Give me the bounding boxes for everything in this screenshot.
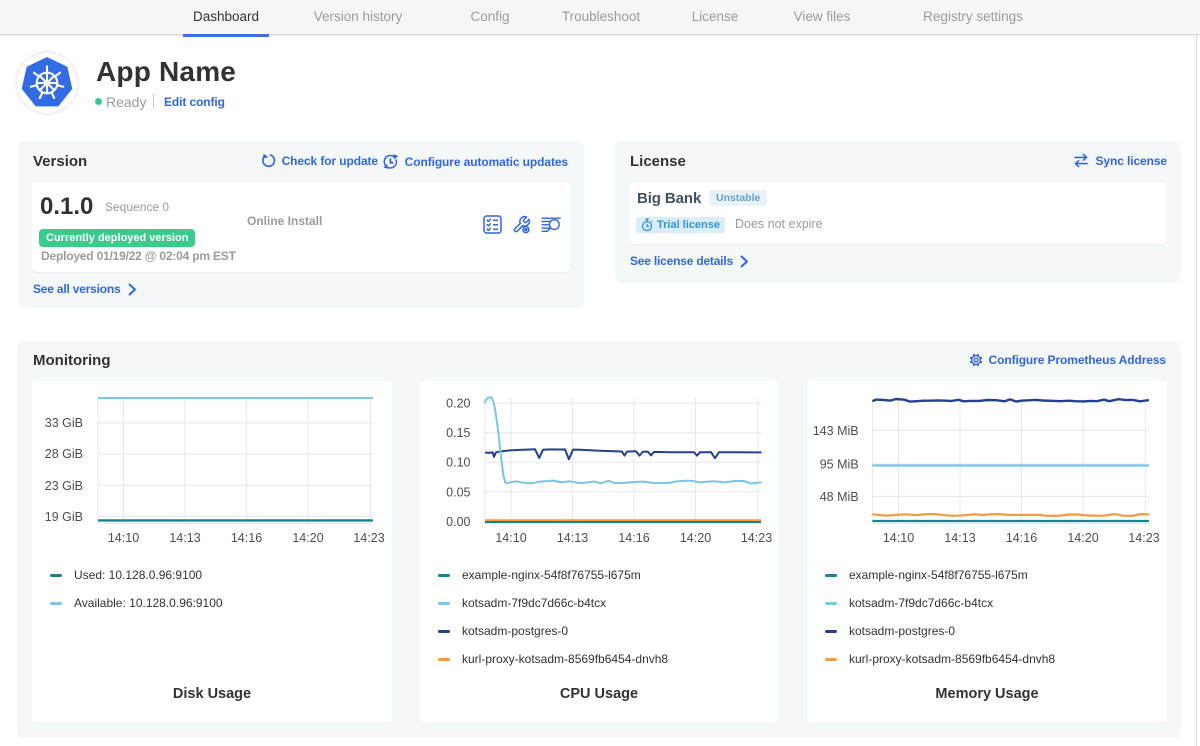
svg-text:14:16: 14:16 — [1006, 531, 1037, 545]
svg-text:33 GiB: 33 GiB — [45, 416, 83, 430]
svg-text:143 MiB: 143 MiB — [813, 424, 859, 438]
svg-text:14:13: 14:13 — [169, 531, 200, 545]
svg-text:14:20: 14:20 — [680, 531, 711, 545]
svg-text:14:20: 14:20 — [1067, 531, 1098, 545]
svg-text:14:10: 14:10 — [495, 531, 526, 545]
svg-text:19 GiB: 19 GiB — [45, 510, 83, 524]
svg-text:14:23: 14:23 — [741, 531, 772, 545]
svg-text:14:23: 14:23 — [1128, 531, 1159, 545]
svg-text:14:20: 14:20 — [292, 531, 323, 545]
svg-text:28 GiB: 28 GiB — [45, 447, 83, 461]
svg-text:48 MiB: 48 MiB — [820, 490, 859, 504]
svg-text:14:16: 14:16 — [231, 531, 262, 545]
svg-text:0.00: 0.00 — [446, 515, 470, 529]
svg-text:0.20: 0.20 — [446, 397, 470, 411]
svg-text:14:10: 14:10 — [108, 531, 139, 545]
svg-text:14:10: 14:10 — [883, 531, 914, 545]
svg-text:14:16: 14:16 — [618, 531, 649, 545]
svg-text:14:13: 14:13 — [557, 531, 588, 545]
svg-text:23 GiB: 23 GiB — [45, 479, 83, 493]
svg-text:14:13: 14:13 — [944, 531, 975, 545]
svg-text:0.05: 0.05 — [446, 485, 470, 499]
svg-text:95 MiB: 95 MiB — [820, 458, 859, 472]
svg-text:14:23: 14:23 — [353, 531, 384, 545]
svg-text:0.10: 0.10 — [446, 456, 470, 470]
svg-text:0.15: 0.15 — [446, 426, 470, 440]
